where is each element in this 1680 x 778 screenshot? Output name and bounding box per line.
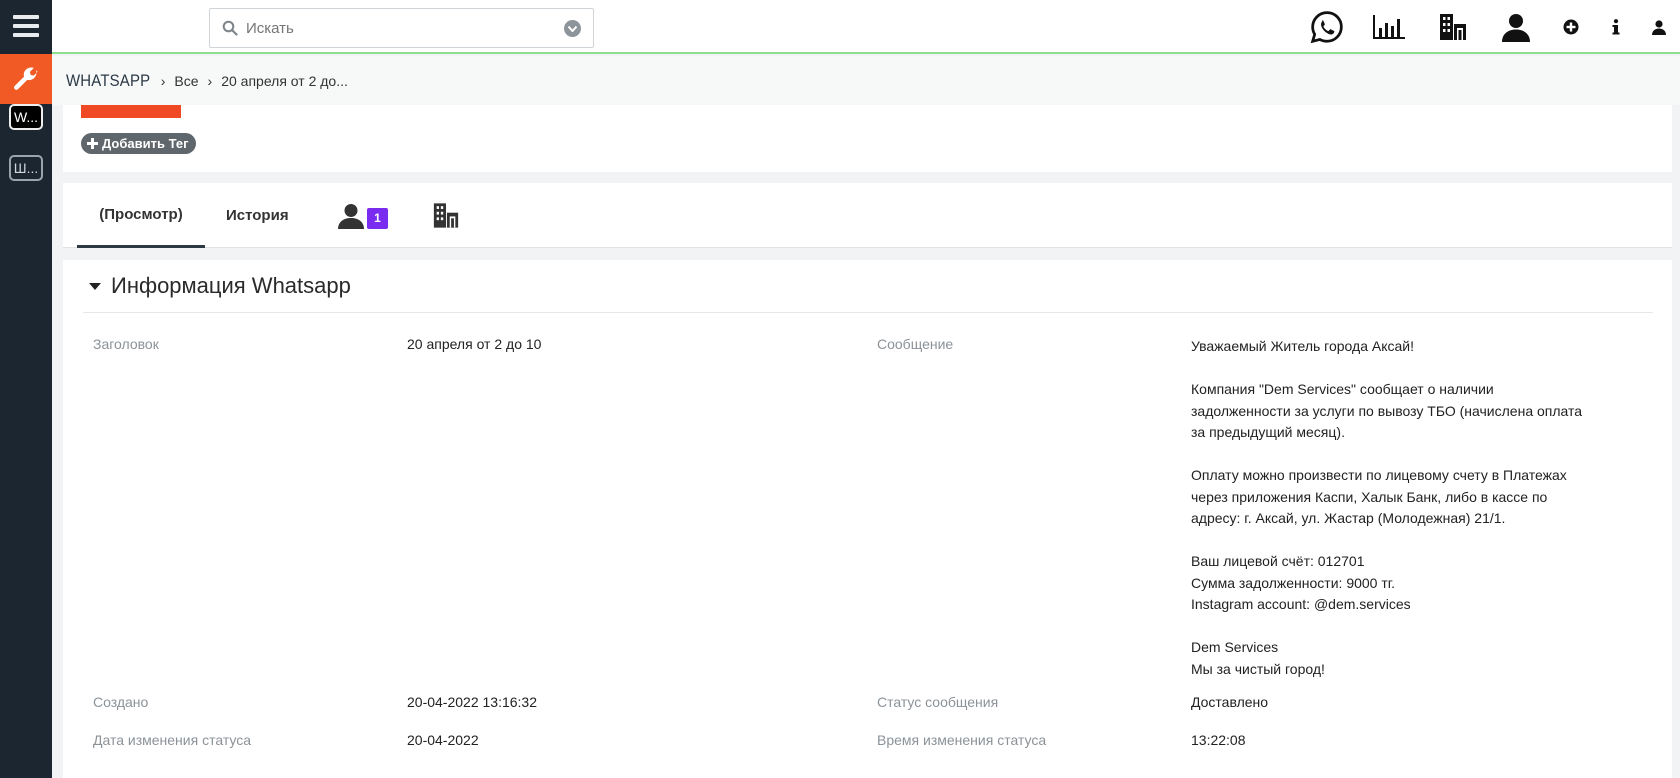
breadcrumb-app[interactable]: WHATSAPP — [66, 71, 150, 91]
message-line: Dem Services — [1191, 639, 1279, 655]
info-icon[interactable] — [1594, 0, 1638, 54]
breadcrumb-item-all[interactable]: Все — [174, 73, 198, 89]
user-count-badge: 1 — [367, 208, 388, 229]
sidebar-item-label: W... — [13, 109, 39, 125]
header-toolbar — [1298, 0, 1680, 54]
field-label-message: Сообщение — [877, 336, 954, 352]
tab-history[interactable]: История — [226, 183, 289, 248]
left-sidebar: W... Ш... — [0, 0, 52, 778]
tab-label: (Просмотр) — [99, 205, 183, 223]
message-signature: Dem Services Мы за чистый город! — [1191, 637, 1591, 680]
menu-icon[interactable] — [0, 0, 52, 52]
tab-view[interactable]: (Просмотр) — [77, 183, 205, 248]
sidebar-item-label: Ш... — [13, 160, 39, 176]
account-icon[interactable] — [1638, 0, 1680, 54]
wrench-icon[interactable] — [0, 54, 52, 104]
message-line: Мы за чистый город! — [1191, 660, 1325, 677]
search-box — [209, 8, 594, 48]
message-line: Сумма задолженности: 9000 тг. — [1191, 574, 1396, 591]
search-icon — [222, 20, 238, 36]
add-tag-label: Добавить Тег — [102, 136, 189, 151]
details-panel: Информация Whatsapp Заголовок 20 апреля … — [63, 260, 1672, 778]
tab-bar: (Просмотр) История 1 — [63, 183, 1672, 248]
message-account-block: Ваш лицевой счёт: 012701 Сумма задолженн… — [1191, 551, 1591, 616]
chevron-right-icon: › — [207, 72, 213, 89]
building-icon[interactable] — [1422, 0, 1484, 54]
user-icon — [338, 203, 364, 229]
tab-label: История — [226, 207, 289, 224]
breadcrumb: WHATSAPP › Все › 20 апреля от 2 до... — [52, 56, 1680, 105]
plus-icon — [87, 138, 98, 149]
title-accent-bar — [81, 105, 181, 118]
tab-organizations[interactable] — [432, 183, 460, 248]
search-input[interactable] — [246, 19, 546, 37]
field-value-status-date: 20-04-2022 — [407, 732, 479, 748]
message-greeting: Уважаемый Житель города Аксай! — [1191, 338, 1414, 354]
message-paragraph: Компания "Dem Services" сообщает о налич… — [1191, 381, 1583, 440]
sidebar-item-whatsapp[interactable]: W... — [9, 104, 43, 130]
whatsapp-icon[interactable] — [1298, 0, 1356, 54]
chevron-right-icon: › — [160, 72, 166, 89]
user-icon[interactable] — [1484, 0, 1548, 54]
tab-users[interactable]: 1 — [336, 183, 388, 248]
bar-chart-icon[interactable] — [1356, 0, 1422, 54]
field-label-status-time: Время изменения статуса — [877, 732, 1047, 748]
chevron-down-icon[interactable] — [564, 20, 581, 37]
add-circle-icon[interactable] — [1548, 0, 1594, 54]
message-paragraph: Оплату можно произвести по лицевому счет… — [1191, 467, 1567, 526]
field-label-title: Заголовок — [93, 336, 159, 352]
field-label-status: Статус сообщения — [877, 694, 999, 710]
top-header — [52, 0, 1680, 54]
field-value-created: 20-04-2022 13:16:32 — [407, 694, 537, 710]
panel-title: Информация Whatsapp — [111, 273, 351, 298]
field-value-message: Уважаемый Житель города Аксай! Компания … — [1191, 336, 1591, 680]
message-line: Instagram account: @dem.services — [1191, 596, 1411, 612]
add-tag-button[interactable]: Добавить Тег — [81, 133, 196, 154]
building-icon — [433, 203, 459, 228]
panel-header[interactable]: Информация Whatsapp — [83, 260, 1653, 313]
caret-down-icon — [89, 282, 101, 290]
breadcrumb-item-current: 20 апреля от 2 до... — [221, 72, 348, 89]
message-line: Ваш лицевой счёт: 012701 — [1191, 553, 1365, 569]
field-value-status: Доставлено — [1191, 694, 1269, 710]
sidebar-item-second[interactable]: Ш... — [9, 155, 43, 181]
record-header-card: Добавить Тег — [63, 105, 1672, 172]
field-value-status-time: 13:22:08 — [1191, 732, 1246, 748]
field-label-created: Создано — [93, 694, 149, 710]
field-label-status-date: Дата изменения статуса — [93, 732, 252, 748]
field-value-title: 20 апреля от 2 до 10 — [407, 336, 542, 352]
